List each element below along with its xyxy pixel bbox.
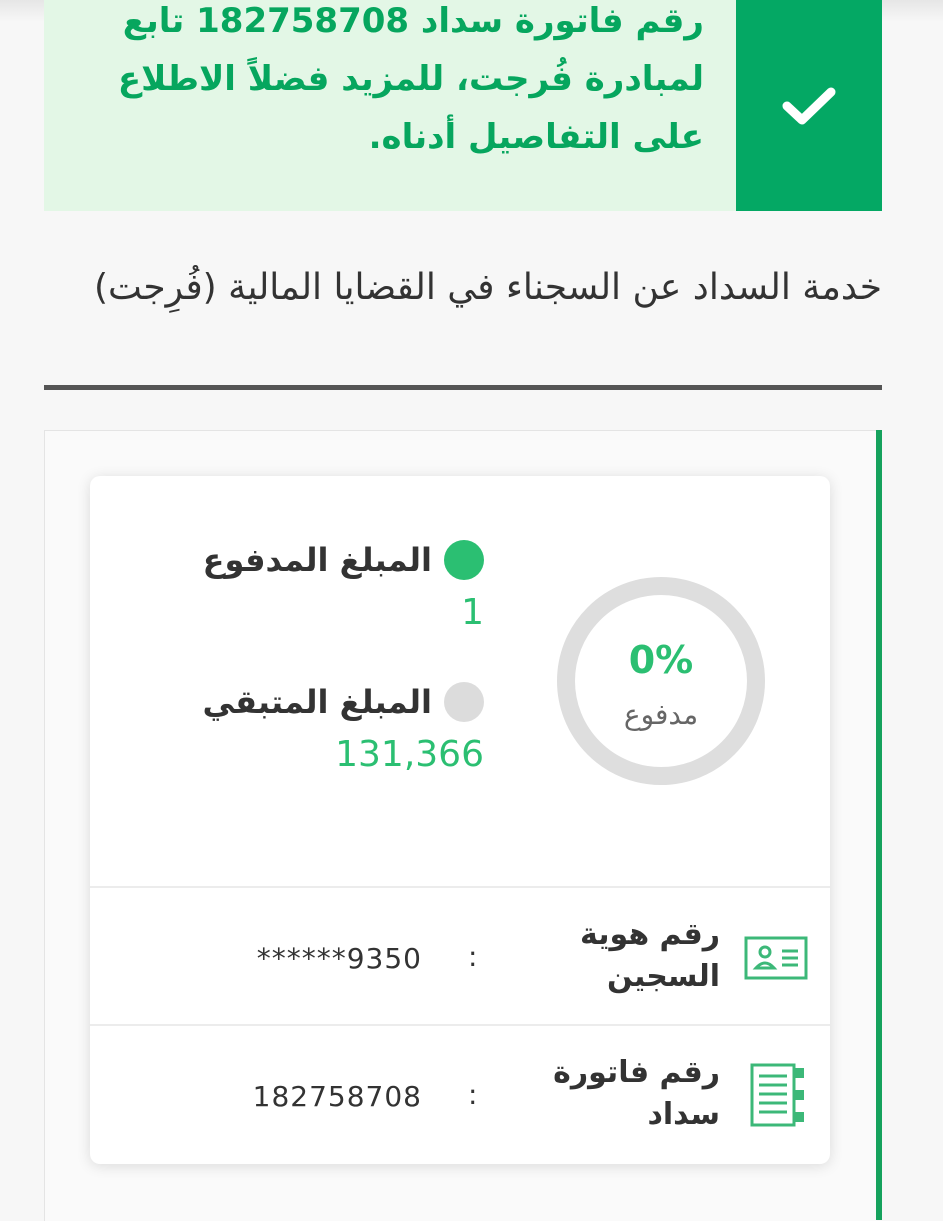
check-icon	[782, 87, 836, 124]
remaining-amount-legend: المبلغ المتبقي 131,366	[202, 682, 484, 775]
detail-label: رقم هوية السجين	[580, 917, 720, 994]
detail-colon: :	[468, 1078, 478, 1111]
payment-summary-card: 0% مدفوع المبلغ المدفوع 1 المبلغ المتبقي…	[90, 476, 830, 1164]
detail-row-prisoner-id: رقم هوية السجين : ******9350	[90, 888, 830, 1026]
success-alert: رقم فاتورة سداد 182758708 تابع لمبادرة ف…	[44, 0, 882, 211]
detail-value: 182758708	[252, 1080, 422, 1113]
invoice-icon	[750, 1063, 804, 1127]
detail-value: ******9350	[256, 942, 422, 975]
paid-value: 1	[461, 592, 484, 633]
paid-label: المبلغ المدفوع	[202, 541, 432, 579]
page-title: خدمة السداد عن السجناء في القضايا المالي…	[93, 267, 882, 308]
percent-paid: 0%	[628, 638, 694, 682]
alert-message: رقم فاتورة سداد 182758708 تابع لمبادرة ف…	[117, 1, 704, 157]
remaining-label: المبلغ المتبقي	[202, 683, 432, 721]
paid-dot	[444, 540, 484, 580]
alert-icon-box	[736, 0, 882, 211]
detail-label: رقم فاتورة سداد	[553, 1055, 720, 1132]
paid-amount-legend: المبلغ المدفوع 1	[203, 540, 484, 633]
id-card-icon	[744, 936, 808, 980]
percent-label: مدفوع	[623, 698, 699, 731]
remaining-dot	[444, 682, 484, 722]
title-divider	[44, 385, 882, 390]
detail-row-invoice: رقم فاتورة سداد : 182758708	[90, 1026, 830, 1164]
remaining-value: 131,366	[335, 734, 484, 775]
detail-colon: :	[468, 940, 478, 973]
panel-accent-bar	[876, 430, 882, 1220]
